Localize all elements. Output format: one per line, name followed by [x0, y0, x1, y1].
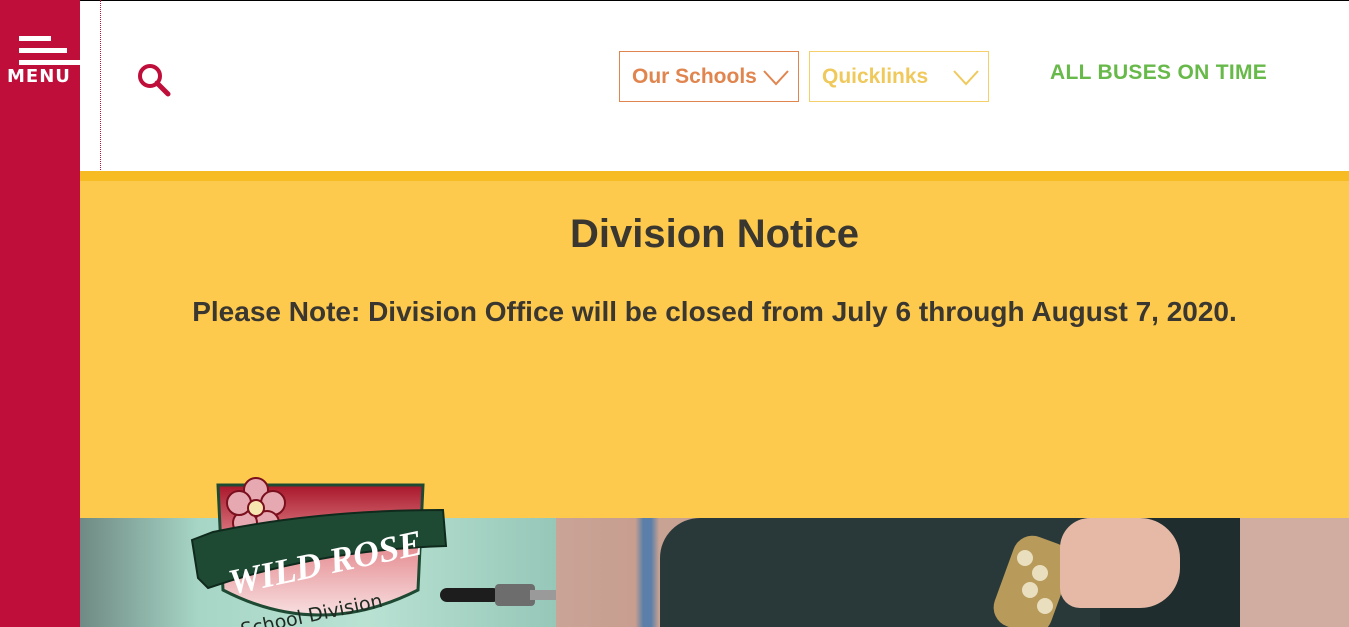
- chevron-down-icon: [763, 70, 789, 86]
- notice-title: Division Notice: [570, 212, 859, 256]
- search-button[interactable]: [136, 62, 172, 98]
- our-schools-label: Our Schools: [632, 65, 757, 88]
- division-notice: Division Notice Please Note: Division Of…: [80, 181, 1349, 518]
- menu-label: MENU: [7, 66, 71, 87]
- bus-status-link[interactable]: ALL BUSES ON TIME: [1050, 60, 1267, 86]
- menu-button[interactable]: MENU: [0, 0, 81, 100]
- sidebar: MENU: [0, 0, 81, 627]
- quicklinks-dropdown[interactable]: Quicklinks: [809, 51, 989, 102]
- logo-graphic: WILD ROSE School Division: [190, 477, 448, 627]
- our-schools-dropdown[interactable]: Our Schools: [619, 51, 799, 102]
- saxophone-mouthpiece-image: [440, 584, 560, 606]
- chevron-down-icon: [953, 70, 979, 86]
- notice-body: Please Note: Division Office will be clo…: [192, 296, 1237, 327]
- wild-rose-logo[interactable]: WILD ROSE School Division: [188, 470, 450, 627]
- quicklinks-label: Quicklinks: [822, 65, 929, 88]
- search-icon: [138, 64, 171, 97]
- notice-top-border: [80, 171, 1349, 181]
- top-border: [80, 0, 1349, 1]
- hand-image: [1060, 518, 1180, 608]
